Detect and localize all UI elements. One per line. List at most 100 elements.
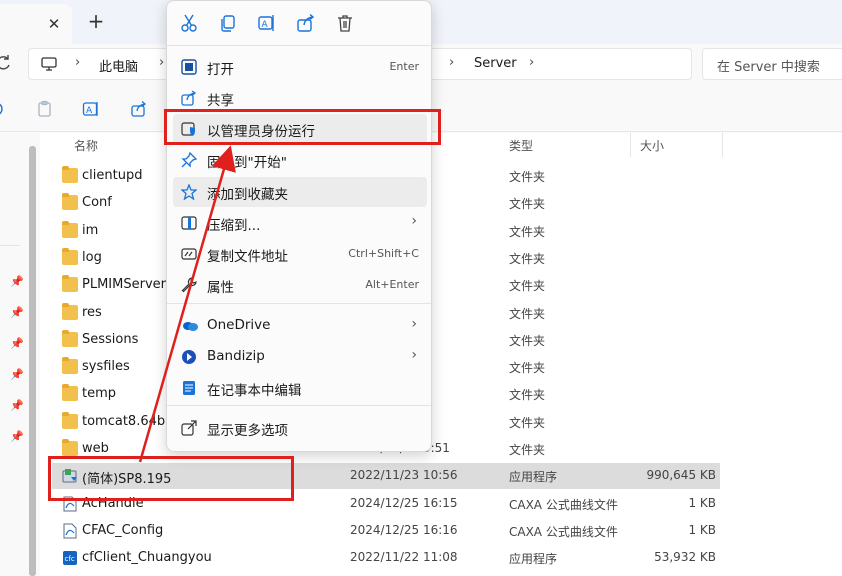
menu-separator [167, 303, 431, 304]
star-icon [180, 183, 198, 201]
file-type: 文件夹 [509, 279, 546, 294]
menu-item-wrench[interactable]: 属性 Alt+Enter [173, 270, 427, 300]
menu-item-shortcut: Enter [389, 60, 419, 73]
menu-item-pin[interactable]: 固定到"开始" [173, 145, 427, 175]
menu-item-zip[interactable]: 压缩到... › [173, 208, 427, 238]
file-row[interactable]: CFAC_Config 2024/12/25 16:16 CAXA 公式曲线文件 1 … [52, 518, 720, 544]
submenu-chevron-icon: › [411, 316, 417, 332]
file-type: 文件夹 [509, 251, 546, 266]
pin-icon[interactable]: 📌 [10, 337, 24, 350]
new-icon[interactable] [0, 100, 10, 118]
submenu-chevron-icon: › [411, 347, 417, 363]
menu-item-label: 固定到"开始" [207, 155, 287, 171]
bandizip-icon [181, 349, 197, 365]
menu-item-onedrive[interactable]: OneDrive › [173, 311, 427, 341]
new-tab-button[interactable]: + [84, 10, 108, 34]
file-type: 应用程序 [509, 470, 558, 485]
submenu-chevron-icon: › [411, 213, 417, 229]
folder-icon [62, 384, 78, 402]
pin-icon[interactable]: 📌 [10, 275, 24, 288]
share-icon[interactable] [296, 13, 316, 33]
sidebar-scrollbar[interactable] [29, 146, 36, 576]
paste-icon[interactable] [36, 100, 54, 118]
menu-separator [167, 45, 431, 46]
rename-icon[interactable]: A [82, 100, 100, 118]
menu-item-path[interactable]: 复制文件地址 Ctrl+Shift+C [173, 239, 427, 269]
close-tab-icon[interactable]: ✕ [44, 14, 64, 34]
svg-text:A: A [262, 20, 269, 30]
crumb-this-pc[interactable]: 此电脑 [99, 56, 138, 75]
app-icon: cfc [62, 550, 78, 566]
chevron-right-icon[interactable]: › [75, 55, 80, 70]
open-icon [181, 59, 197, 75]
folder-icon [62, 275, 78, 293]
pin-icon[interactable]: 📌 [10, 430, 24, 443]
copy-icon[interactable] [218, 13, 238, 33]
file-name: clientupd [82, 168, 143, 183]
pin-icon[interactable]: 📌 [10, 399, 24, 412]
svg-text:cfc: cfc [65, 555, 75, 563]
file-name: PLMIMServer [82, 277, 166, 293]
pin-icon[interactable]: 📌 [10, 306, 24, 319]
file-size: 53,932 KB [654, 550, 716, 565]
path-icon [181, 246, 197, 262]
menu-item-label: 属性 [207, 280, 234, 296]
refresh-icon[interactable] [0, 54, 12, 74]
file-type: 文件夹 [509, 415, 546, 430]
pin-icon[interactable]: 📌 [10, 368, 24, 381]
file-name: CFAC_Config [82, 522, 164, 538]
file-name: sysfiles [82, 359, 130, 375]
file-size: 1 KB [688, 495, 716, 510]
delete-icon[interactable] [335, 13, 355, 33]
chevron-right-icon[interactable]: › [159, 55, 164, 70]
cut-icon[interactable] [179, 13, 199, 33]
search-input[interactable]: 在 Server 中搜索 [702, 48, 842, 80]
folder-icon [62, 439, 78, 456]
share-icon [181, 90, 197, 106]
menu-item-label: 添加到收藏夹 [207, 187, 288, 203]
file-row[interactable]: cfc cfClient_Chuangyou 2022/11/22 11:08 应用程… [52, 545, 720, 571]
file-type: CAXA 公式曲线文件 [509, 497, 618, 512]
divider [0, 245, 20, 246]
file-name: Conf [82, 195, 112, 211]
folder-icon [62, 166, 78, 183]
file-date: 2022/11/22 11:08 [350, 550, 458, 565]
menu-item-bandizip[interactable]: Bandizip › [173, 342, 427, 372]
column-header-type[interactable]: 类型 [509, 137, 533, 154]
crumb-server[interactable]: Server [474, 56, 517, 71]
file-name: temp [82, 386, 117, 402]
file-date: 2022/11/23 10:56 [350, 468, 458, 483]
file-type: CAXA 公式曲线文件 [509, 524, 618, 539]
column-header-size[interactable]: 大小 [640, 137, 664, 154]
wrench-icon [181, 277, 197, 293]
folder-icon [62, 357, 78, 375]
file-name: web [82, 441, 109, 456]
menu-item-notepad[interactable]: 在记事本中编辑 [173, 373, 427, 403]
menu-item-shortcut: Alt+Enter [365, 278, 419, 291]
folder-icon [62, 329, 78, 347]
file-size: 1 KB [688, 522, 716, 537]
menu-separator [167, 405, 431, 406]
menu-item-label: 复制文件地址 [207, 249, 288, 265]
menu-item-star[interactable]: 添加到收藏夹 [173, 177, 427, 207]
file-type: 文件夹 [509, 170, 546, 184]
highlight-box-run-as-admin [164, 109, 441, 145]
file-type: 文件夹 [509, 224, 546, 239]
column-divider[interactable] [722, 133, 723, 157]
column-divider[interactable] [630, 133, 631, 157]
file-name: cfClient_Chuangyou [82, 550, 212, 566]
menu-item-open[interactable]: 打开 Enter [173, 52, 427, 82]
menu-item-label: 共享 [207, 93, 234, 109]
chevron-right-icon[interactable]: › [449, 55, 454, 70]
column-header-name[interactable]: 名称 [74, 137, 98, 154]
pin-icon [181, 151, 198, 168]
chevron-right-icon[interactable]: › [529, 55, 534, 70]
file-name: res [82, 304, 102, 320]
menu-item-more-options[interactable]: 显示更多选项 [173, 413, 427, 443]
rename-icon[interactable]: A [257, 13, 277, 33]
share-icon[interactable] [130, 100, 148, 118]
quick-actions: A [167, 1, 431, 45]
menu-item-label: 打开 [207, 62, 234, 78]
tab-server[interactable]: ✕ [0, 4, 72, 44]
file-type: 文件夹 [509, 388, 546, 403]
